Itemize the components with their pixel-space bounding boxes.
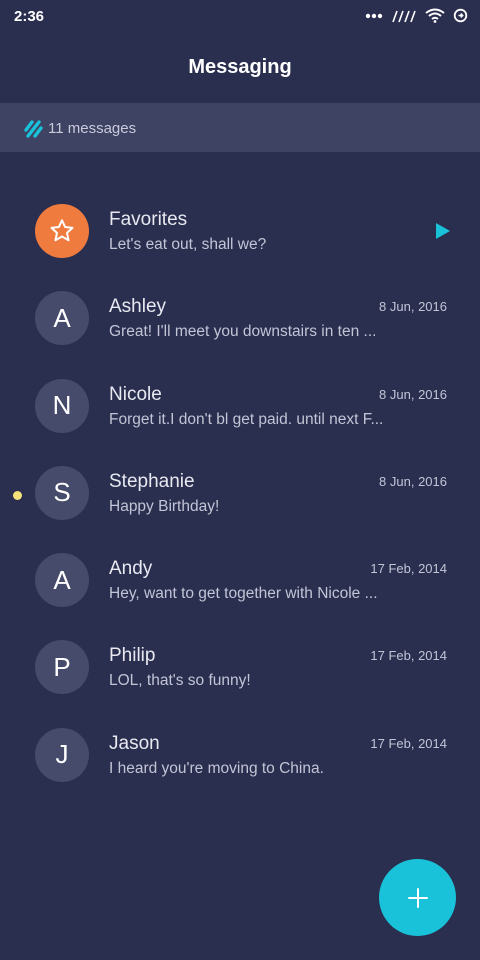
- avatar: J: [35, 727, 89, 782]
- unread-indicator: [13, 490, 22, 500]
- star-icon: [50, 219, 74, 242]
- conversation-nicole[interactable]: N Nicole Forget it.I don't bl get paid. …: [0, 365, 480, 452]
- status-icons: [365, 8, 468, 23]
- plus-icon: [407, 887, 428, 908]
- play-icon[interactable]: [434, 221, 452, 241]
- conversation-stephanie[interactable]: S Stephanie Happy Birthday! 8 Jun, 2016: [0, 452, 480, 539]
- message-preview: LOL, that's so funny!: [109, 672, 251, 690]
- message-preview: Hey, want to get together with Nicole ..…: [109, 585, 378, 603]
- contact-name: Stephanie: [109, 470, 195, 492]
- avatar: [35, 204, 89, 258]
- new-message-button[interactable]: [379, 859, 456, 936]
- message-preview: I heard you're moving to China.: [109, 759, 324, 777]
- contact-name: Favorites: [109, 209, 188, 230]
- status-bar: 2:36: [0, 0, 480, 34]
- message-preview: Let's eat out, shall we?: [109, 236, 267, 253]
- signal-icon: [392, 10, 416, 22]
- contact-name: Ashley: [109, 296, 167, 318]
- contact-name: Jason: [109, 732, 160, 754]
- contact-name: Andy: [109, 558, 153, 580]
- contact-name: Philip: [109, 645, 156, 667]
- page-title: Messaging: [188, 56, 292, 78]
- avatar: P: [35, 640, 89, 695]
- message-date: 8 Jun, 2016: [379, 386, 447, 402]
- message-preview: Happy Birthday!: [109, 497, 220, 515]
- avatar: S: [35, 465, 89, 520]
- conversation-jason[interactable]: J Jason I heard you're moving to China. …: [0, 714, 480, 801]
- status-time: 2:36: [14, 8, 45, 25]
- message-date: 17 Feb, 2014: [370, 735, 447, 751]
- message-date: 8 Jun, 2016: [379, 299, 447, 315]
- more-dots-icon: [365, 13, 383, 18]
- conversation-list: Favorites Let's eat out, shall we? A Ash…: [0, 190, 480, 801]
- message-preview: Great! I'll meet you downstairs in ten .…: [109, 323, 377, 341]
- message-date: 8 Jun, 2016: [379, 473, 447, 489]
- sync-icon: [453, 8, 468, 23]
- message-preview: Forget it.I don't bl get paid. until nex…: [109, 410, 384, 428]
- conversation-philip[interactable]: P Philip LOL, that's so funny! 17 Feb, 2…: [0, 626, 480, 713]
- avatar: A: [35, 553, 89, 608]
- conversation-ashley[interactable]: A Ashley Great! I'll meet you downstairs…: [0, 277, 480, 364]
- message-date: 17 Feb, 2014: [370, 648, 447, 664]
- message-count: 11 messages: [48, 120, 137, 137]
- message-count-bar: 11 messages: [0, 103, 480, 152]
- contact-name: Nicole: [109, 383, 162, 405]
- message-date: 17 Feb, 2014: [370, 561, 447, 577]
- wifi-icon: [425, 8, 445, 23]
- conversation-favorites[interactable]: Favorites Let's eat out, shall we?: [0, 190, 480, 277]
- avatar: A: [35, 291, 89, 346]
- logo-slashes-icon: [24, 120, 43, 138]
- avatar: N: [35, 378, 89, 433]
- conversation-andy[interactable]: A Andy Hey, want to get together with Ni…: [0, 539, 480, 626]
